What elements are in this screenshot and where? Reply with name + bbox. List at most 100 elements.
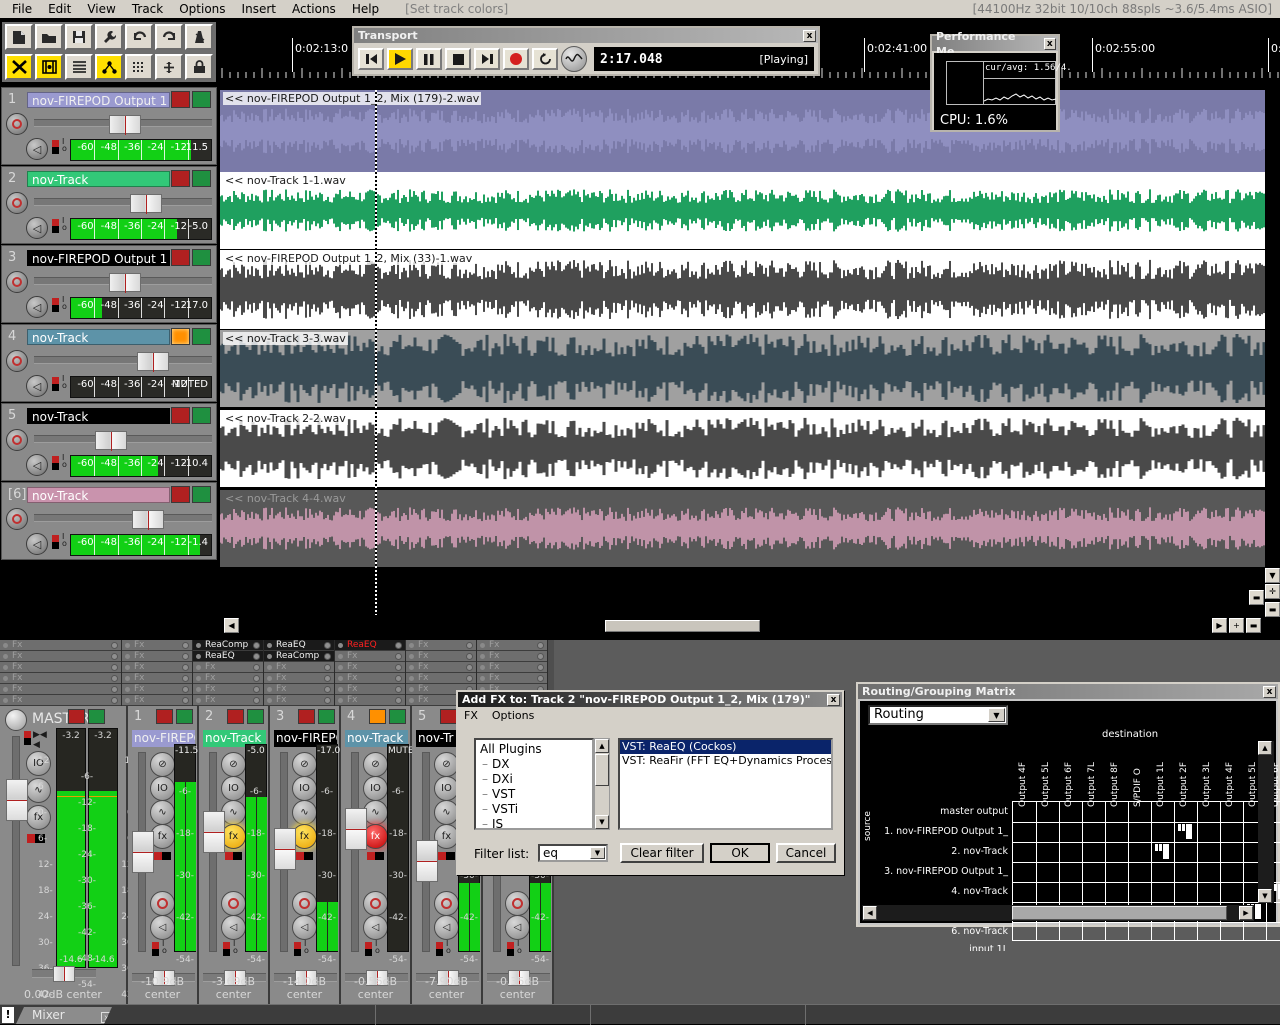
fx-slot-enable-icon[interactable]	[125, 665, 130, 670]
fx-slot-knob-icon[interactable]	[111, 686, 118, 693]
fx-slot[interactable]: ReaEQ	[264, 640, 334, 651]
fader-handle[interactable]	[203, 811, 225, 853]
channel-record-arm-button[interactable]	[369, 709, 386, 724]
fader-handle[interactable]	[108, 115, 141, 135]
stop-icon[interactable]	[445, 48, 471, 70]
channel-record-arm-button[interactable]	[156, 709, 173, 724]
tree-scroll-thumb[interactable]	[595, 754, 609, 786]
arrange-view[interactable]: << nov-FIREPOD Output 1_2, Mix (179)-2.w…	[220, 90, 1265, 615]
menu-item-file[interactable]: File	[4, 1, 40, 17]
fx-slot-enable-icon[interactable]	[3, 698, 8, 703]
fx-slot-knob-icon[interactable]	[253, 675, 260, 682]
routing-mode-select[interactable]: Routing ▼	[868, 705, 1008, 725]
fx-slot-enable-icon[interactable]	[480, 665, 485, 670]
transport-time-display[interactable]: 2:17.048 [Playing]	[594, 47, 814, 71]
mixer-strip[interactable]: 1nov-FIREPOI⊘IO∿fx◁Io-11.5-6--18--30--42…	[128, 706, 199, 1004]
scroll-left-icon[interactable]: ◀	[224, 618, 239, 633]
crossfade-icon[interactable]	[5, 54, 33, 80]
master-io-button[interactable]: IO	[26, 751, 51, 776]
track-solo-button[interactable]	[192, 407, 211, 424]
fx-slot[interactable]: Fx	[264, 684, 334, 695]
fx-slot[interactable]: Fx	[477, 651, 547, 662]
track-name-field[interactable]: nov-Track	[27, 171, 170, 187]
fx-slot-enable-icon[interactable]	[125, 687, 130, 692]
fx-slot[interactable]: Fx	[477, 673, 547, 684]
wrench-icon[interactable]	[95, 24, 123, 50]
track-input-led[interactable]	[52, 456, 59, 470]
channel-solo-button[interactable]	[389, 709, 406, 724]
routing-scroll-down-icon[interactable]: ▼	[1258, 889, 1272, 903]
fx-slot[interactable]: Fx	[406, 673, 476, 684]
track-name-field[interactable]: nov-FIREPOD Output 1_2	[27, 250, 170, 266]
fx-slot-enable-icon[interactable]	[125, 643, 130, 648]
menu-item-insert[interactable]: Insert	[234, 1, 284, 17]
master-volume-fader[interactable]	[6, 736, 28, 966]
fx-slot-knob-icon[interactable]	[395, 697, 402, 704]
fx-slot-knob-icon[interactable]	[466, 675, 473, 682]
mixer-strip-master[interactable]: MASTER▶◀◀IO∿fx-3.2-14.6-3.2-14.61212660-…	[0, 706, 136, 1004]
master-record-button[interactable]	[68, 709, 85, 724]
transport-metronome-icon[interactable]	[561, 46, 587, 72]
channel-fx-bypass-led[interactable]	[154, 852, 171, 860]
track-solo-button[interactable]	[192, 91, 211, 108]
channel-fx-bypass-led[interactable]	[367, 852, 384, 860]
channel-io-button[interactable]: IO	[221, 776, 246, 801]
fx-slot[interactable]: Fx	[406, 662, 476, 673]
add-fx-filter-input[interactable]: eq ▼	[538, 844, 608, 862]
fx-slot[interactable]: ReaComp	[193, 640, 263, 651]
fx-slot[interactable]: Fx	[406, 640, 476, 651]
lock-icon[interactable]	[185, 54, 213, 80]
tree-scroll-down-icon[interactable]: ▼	[595, 815, 609, 829]
fx-slot[interactable]: Fx	[193, 684, 263, 695]
channel-record-knob[interactable]	[363, 891, 388, 916]
fx-slot-knob-icon[interactable]	[324, 653, 331, 660]
channel-record-knob[interactable]	[292, 891, 317, 916]
fx-slot[interactable]: Fx	[335, 662, 405, 673]
fx-slot[interactable]: Fx	[335, 673, 405, 684]
forward-icon[interactable]	[474, 48, 500, 70]
fx-slot-enable-icon[interactable]	[196, 698, 201, 703]
channel-input-led[interactable]	[365, 942, 372, 956]
fx-slot[interactable]: Fx	[477, 662, 547, 673]
fx-slot[interactable]: ReaEQ	[193, 651, 263, 662]
channel-record-arm-button[interactable]	[440, 709, 457, 724]
add-fx-category-tree[interactable]: All PluginsDXDXiVSTVSTiJS	[474, 738, 594, 830]
add-fx-dialog[interactable]: Add FX to: Track 2 "nov-FIREPOD Output 1…	[456, 690, 844, 875]
fx-slot[interactable]: Fx	[122, 651, 192, 662]
fader-handle[interactable]	[94, 431, 127, 451]
fx-slot-knob-icon[interactable]	[253, 642, 260, 649]
track-volume-fader[interactable]	[34, 273, 212, 293]
fx-slot-enable-icon[interactable]	[125, 698, 130, 703]
fx-slot-enable-icon[interactable]	[3, 676, 8, 681]
track-name-field[interactable]: nov-Track	[27, 408, 170, 424]
track-solo-button[interactable]	[192, 170, 211, 187]
track-name-field[interactable]: nov-Track	[27, 487, 170, 503]
fx-slot-knob-icon[interactable]	[395, 642, 402, 649]
zoom-in-icon[interactable]: +	[1229, 618, 1244, 633]
ok-button[interactable]: OK	[710, 843, 770, 863]
envelope-icon[interactable]	[35, 54, 63, 80]
fx-slot-knob-icon[interactable]	[324, 697, 331, 704]
fx-slot-knob-icon[interactable]	[324, 686, 331, 693]
fx-slot-knob-icon[interactable]	[182, 653, 189, 660]
routing-horizontal-scrollbar[interactable]: ◀ ▶	[862, 905, 1254, 921]
track-panel[interactable]: 3 nov-FIREPOD Output 1_2 ◁ Io -60 -48 -36 -24 -1…	[1, 245, 217, 323]
fx-slot[interactable]: Fx	[0, 695, 121, 706]
routing-scroll-left-icon[interactable]: ◀	[863, 906, 877, 920]
fx-slot-knob-icon[interactable]	[182, 642, 189, 649]
track-mute-speaker-icon[interactable]: ◁	[26, 217, 48, 239]
channel-volume-fader[interactable]	[274, 752, 296, 952]
master-fx-button[interactable]: fx	[26, 805, 51, 830]
fx-slot-knob-icon[interactable]	[182, 697, 189, 704]
fx-slot-enable-icon[interactable]	[3, 665, 8, 670]
fx-slot-knob-icon[interactable]	[395, 653, 402, 660]
split-icon[interactable]	[155, 54, 183, 80]
fx-slot-enable-icon[interactable]	[409, 698, 414, 703]
fx-slot-enable-icon[interactable]	[3, 643, 8, 648]
transport-window[interactable]: Transport x 2:17.048 [Playing]	[352, 26, 820, 76]
channel-phase-button[interactable]: ⊘	[292, 752, 317, 777]
track-volume-fader[interactable]	[34, 352, 212, 372]
track-solo-button[interactable]	[192, 249, 211, 266]
zoom-reset-icon[interactable]: ▬	[1246, 618, 1261, 633]
channel-volume-fader[interactable]	[132, 752, 154, 952]
